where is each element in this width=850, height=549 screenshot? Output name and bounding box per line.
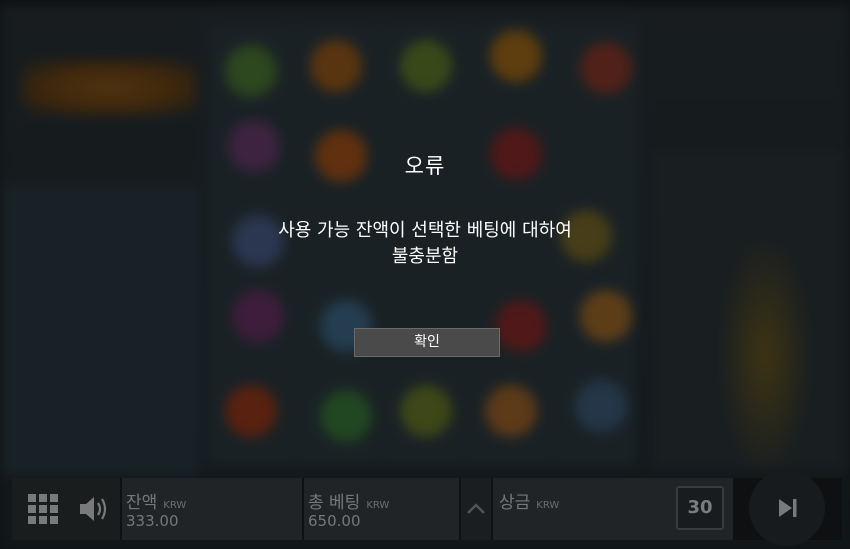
dialog-title: 오류 [404,154,446,178]
dialog-message-line: 불충분함 [391,246,459,267]
dialog-message-line: 사용 가능 잔액이 선택한 베팅에 대하여 [278,220,572,241]
error-dialog: 오류 사용 가능 잔액이 선택한 베팅에 대하여 불충분함 확인 [0,0,850,549]
dialog-message: 사용 가능 잔액이 선택한 베팅에 대하여 불충분함 [0,218,850,270]
confirm-button[interactable]: 확인 [354,328,500,357]
